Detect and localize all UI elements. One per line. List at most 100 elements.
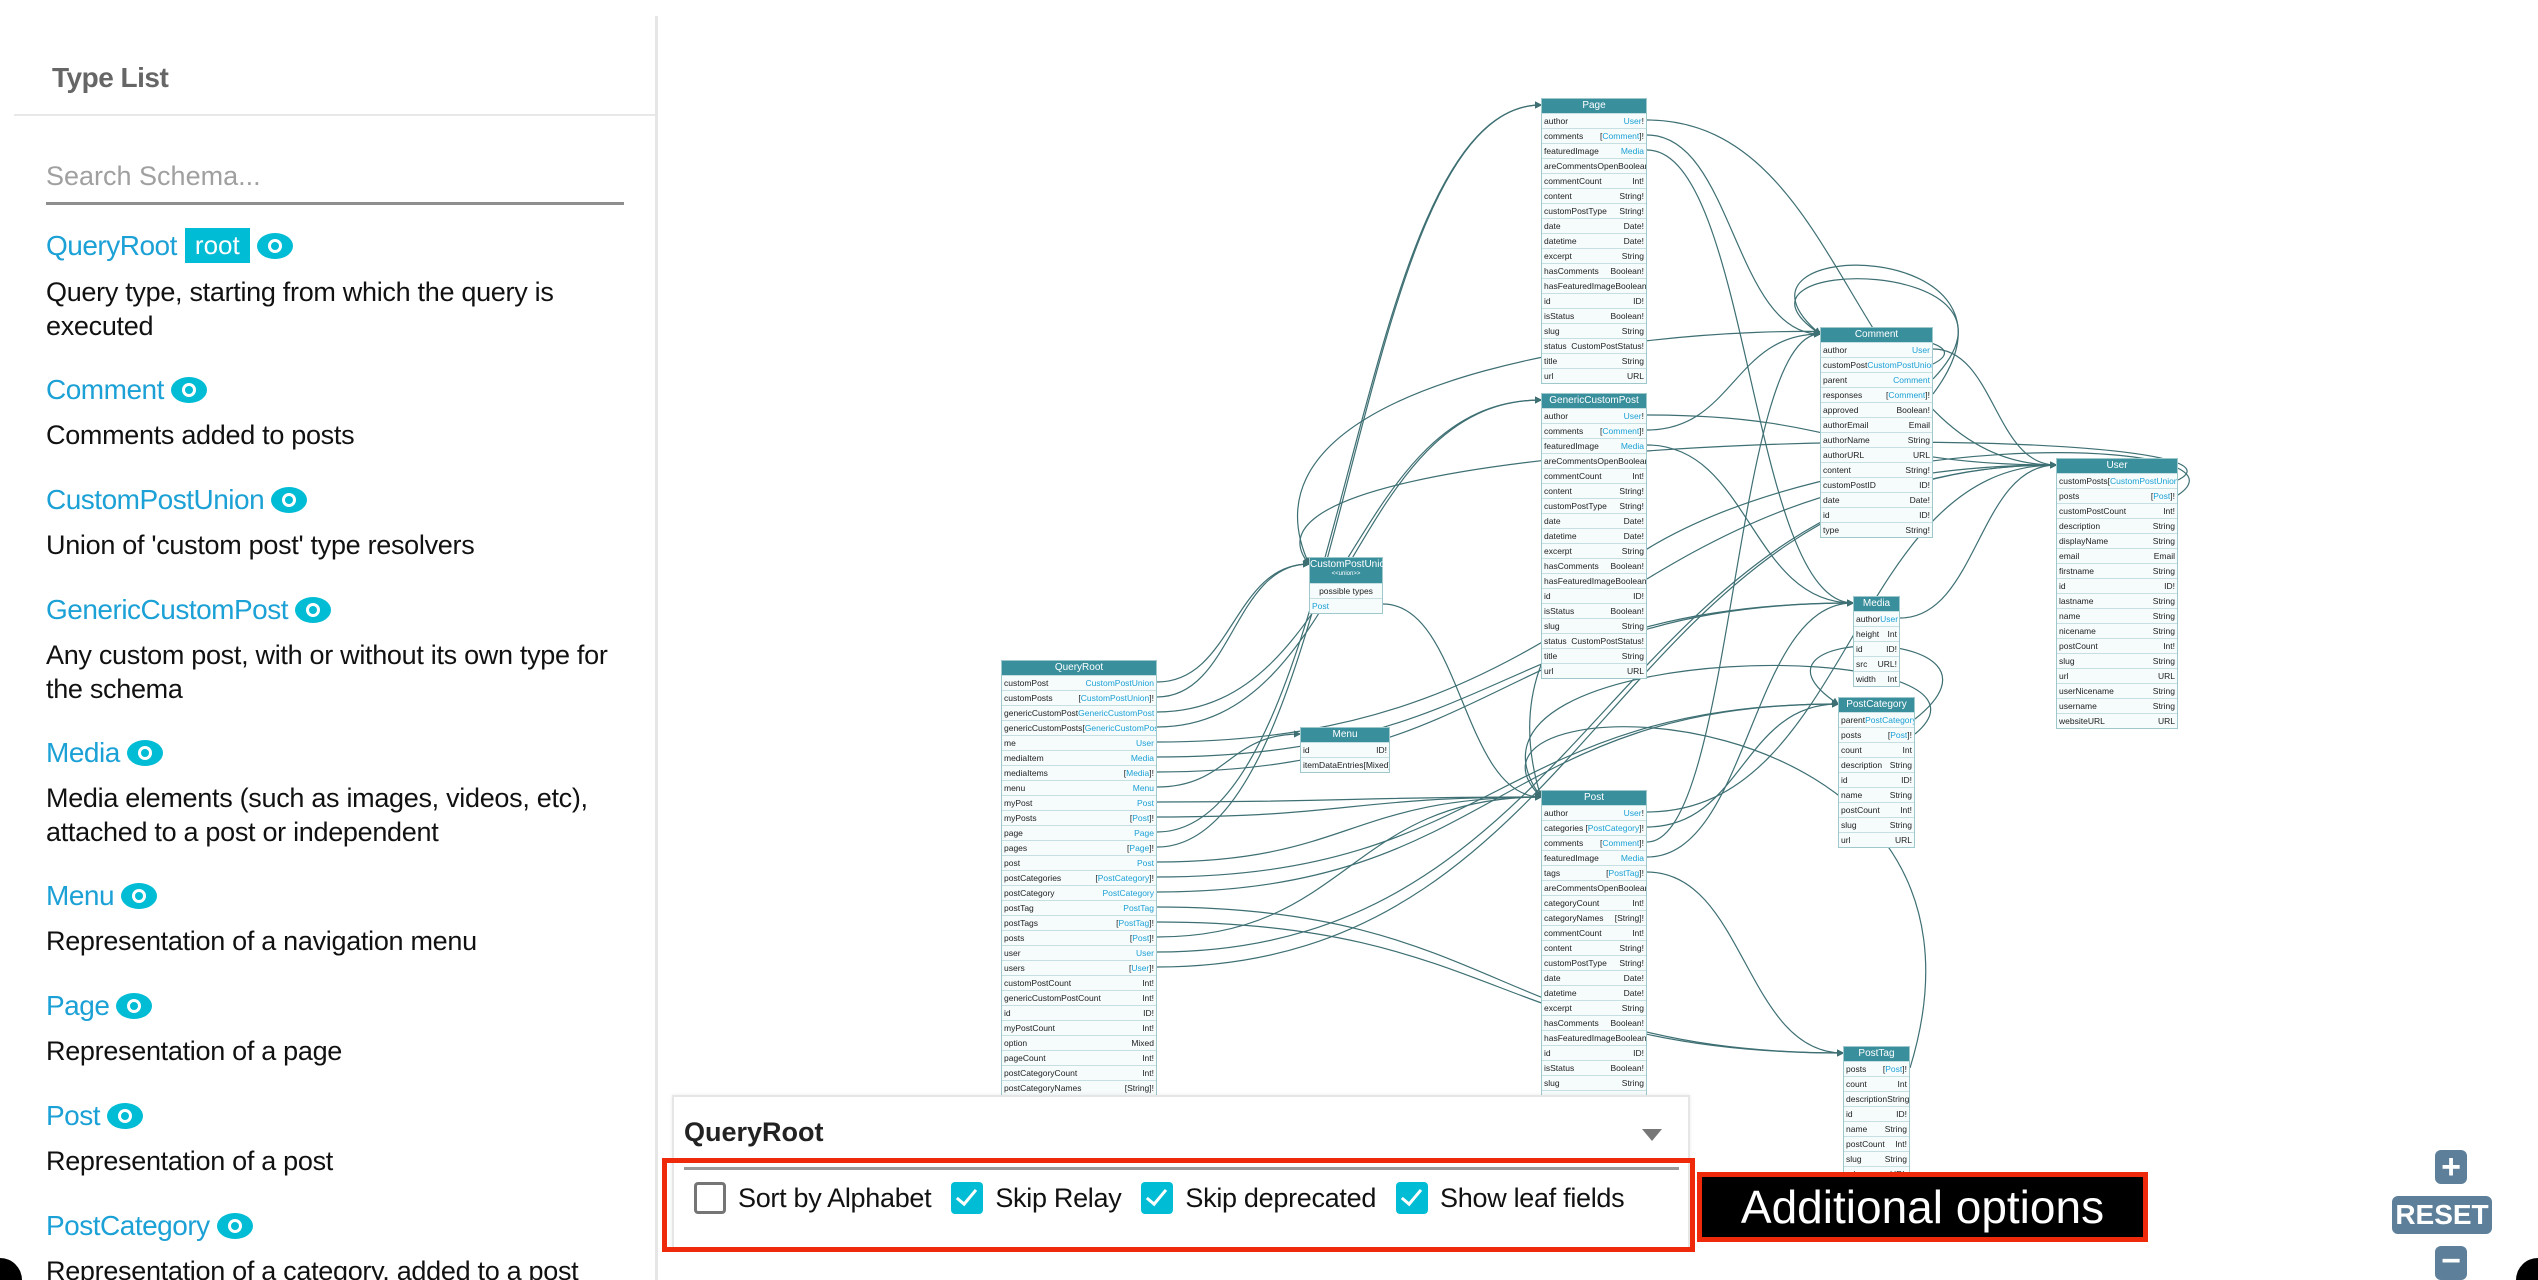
- node-field[interactable]: firstname String: [2057, 563, 2177, 578]
- zoom-out-button[interactable]: −: [2435, 1244, 2467, 1280]
- node-field[interactable]: websiteURL URL: [2057, 713, 2177, 728]
- node-field[interactable]: author User: [1821, 342, 1932, 357]
- node-comment[interactable]: Comment author User customPost CustomPostUni…: [1820, 327, 1933, 538]
- node-field[interactable]: Post: [1310, 598, 1382, 613]
- node-field[interactable]: count Int: [1839, 742, 1914, 757]
- node-field[interactable]: id ID!: [1854, 641, 1899, 656]
- node-field[interactable]: author User!: [1542, 805, 1646, 820]
- node-field[interactable]: posts [Post]!: [1839, 727, 1914, 742]
- node-posttag[interactable]: PostTag posts [Post]! count Int description St…: [1843, 1046, 1910, 1182]
- node-field[interactable]: comments [Comment]!: [1542, 423, 1646, 438]
- node-field[interactable]: displayName String: [2057, 533, 2177, 548]
- option-show-leaf-fields[interactable]: Show leaf fields: [1396, 1182, 1625, 1214]
- node-field[interactable]: genericCustomPosts[GenericCustomPost]!: [1002, 720, 1156, 735]
- node-field[interactable]: id ID!: [1002, 1005, 1156, 1020]
- node-field[interactable]: responses [Comment]!: [1821, 387, 1932, 402]
- node-field[interactable]: customPostCount Int!: [2057, 503, 2177, 518]
- node-field[interactable]: categoryNames [String]!: [1542, 910, 1646, 925]
- node-field[interactable]: tags [PostTag]!: [1542, 865, 1646, 880]
- node-field[interactable]: author User: [1854, 611, 1899, 626]
- node-field[interactable]: date Date!: [1821, 492, 1932, 507]
- node-field[interactable]: id ID!: [1839, 772, 1914, 787]
- node-field[interactable]: genericCustomPostCount Int!: [1002, 990, 1156, 1005]
- node-field[interactable]: comments [Comment]!: [1542, 128, 1646, 143]
- type-name-link[interactable]: QueryRoot: [46, 230, 177, 262]
- node-field[interactable]: me User: [1002, 735, 1156, 750]
- node-field[interactable]: approved Boolean!: [1821, 402, 1932, 417]
- node-field[interactable]: postCategory PostCategory: [1002, 885, 1156, 900]
- node-field[interactable]: datetime Date!: [1542, 528, 1646, 543]
- node-field[interactable]: postCategories [PostCategory]!: [1002, 870, 1156, 885]
- node-field[interactable]: hasComments Boolean!: [1542, 1015, 1646, 1030]
- node-field[interactable]: customPostID ID!: [1821, 477, 1932, 492]
- node-field[interactable]: isStatus Boolean!: [1542, 603, 1646, 618]
- node-field[interactable]: myPostCount Int!: [1002, 1020, 1156, 1035]
- node-field[interactable]: statusCustomPostStatus!: [1542, 633, 1646, 648]
- node-field[interactable]: categories [PostCategory]!: [1542, 820, 1646, 835]
- schema-graph-canvas[interactable]: QueryRoot customPost CustomPostUnion custom…: [658, 0, 2538, 1280]
- type-name-link[interactable]: Post: [46, 1100, 101, 1132]
- node-field[interactable]: email Email: [2057, 548, 2177, 563]
- node-field[interactable]: title String: [1542, 353, 1646, 368]
- type-name-link[interactable]: Menu: [46, 880, 115, 912]
- eye-icon[interactable]: [294, 596, 332, 624]
- node-field[interactable]: featuredImage Media: [1542, 850, 1646, 865]
- node-field[interactable]: myPost Post: [1002, 795, 1156, 810]
- node-field[interactable]: lastname String: [2057, 593, 2177, 608]
- node-field[interactable]: isStatus Boolean!: [1542, 308, 1646, 323]
- eye-icon[interactable]: [256, 232, 294, 260]
- eye-icon[interactable]: [115, 992, 153, 1020]
- node-field[interactable]: hasFeaturedImage Boolean!: [1542, 278, 1646, 293]
- node-field[interactable]: customPosts[CustomPostUnion]!: [1002, 690, 1156, 705]
- node-field[interactable]: areCommentsOpenBoolean!: [1542, 158, 1646, 173]
- node-field[interactable]: authorURL URL: [1821, 447, 1932, 462]
- node-field[interactable]: slug String: [1542, 1075, 1646, 1090]
- node-field[interactable]: post Post: [1002, 855, 1156, 870]
- type-name-link[interactable]: Media: [46, 737, 120, 769]
- checkbox[interactable]: [951, 1182, 984, 1214]
- node-field[interactable]: hasComments Boolean!: [1542, 558, 1646, 573]
- node-field[interactable]: postTag PostTag: [1002, 900, 1156, 915]
- node-field[interactable]: content String!: [1542, 188, 1646, 203]
- node-field[interactable]: id ID!: [2057, 578, 2177, 593]
- node-genericcustompost[interactable]: GenericCustomPost author User! comments [Com…: [1541, 393, 1647, 679]
- type-name-link[interactable]: Comment: [46, 374, 164, 406]
- node-field[interactable]: description String: [1844, 1091, 1909, 1106]
- eye-icon[interactable]: [170, 376, 208, 404]
- checkbox[interactable]: [1141, 1182, 1174, 1214]
- option-skip-deprecated[interactable]: Skip deprecated: [1141, 1182, 1376, 1214]
- node-field[interactable]: username String: [2057, 698, 2177, 713]
- node-field[interactable]: author User!: [1542, 408, 1646, 423]
- node-field[interactable]: authorName String: [1821, 432, 1932, 447]
- eye-icon[interactable]: [120, 882, 158, 910]
- node-field[interactable]: parent Comment: [1821, 372, 1932, 387]
- node-field[interactable]: height Int: [1854, 626, 1899, 641]
- node-field[interactable]: customPosts[CustomPostUnion]!: [2057, 473, 2177, 488]
- node-field[interactable]: hasComments Boolean!: [1542, 263, 1646, 278]
- node-field[interactable]: posts [Post]!: [1002, 930, 1156, 945]
- node-media[interactable]: Media author User height Int id ID! src URL! widt…: [1853, 596, 1900, 687]
- node-field[interactable]: itemDataEntries[Mixed]!: [1301, 757, 1389, 772]
- option-sort-by-alphabet[interactable]: Sort by Alphabet: [694, 1182, 932, 1214]
- node-field[interactable]: postTags [PostTag]!: [1002, 915, 1156, 930]
- node-field[interactable]: commentCount Int!: [1542, 925, 1646, 940]
- node-field[interactable]: customPostCount Int!: [1002, 975, 1156, 990]
- node-field[interactable]: date Date!: [1542, 513, 1646, 528]
- search-schema-input[interactable]: [46, 150, 624, 205]
- node-field[interactable]: posts [Post]!: [1844, 1061, 1909, 1076]
- eye-icon[interactable]: [270, 486, 308, 514]
- node-field[interactable]: hasFeaturedImage Boolean!: [1542, 573, 1646, 588]
- node-field[interactable]: content String!: [1542, 483, 1646, 498]
- node-field[interactable]: featuredImage Media: [1542, 143, 1646, 158]
- node-field[interactable]: postCategoryCount Int!: [1002, 1065, 1156, 1080]
- node-field[interactable]: categoryCount Int!: [1542, 895, 1646, 910]
- node-field[interactable]: type String!: [1821, 522, 1932, 537]
- node-field[interactable]: userNicename String: [2057, 683, 2177, 698]
- node-field[interactable]: genericCustomPost GenericCustomPost: [1002, 705, 1156, 720]
- node-field[interactable]: urlURL: [1839, 832, 1914, 847]
- node-field[interactable]: postCount Int!: [2057, 638, 2177, 653]
- node-user[interactable]: UsercustomPosts[CustomPostUnion]!posts[P…: [2056, 458, 2178, 729]
- node-field[interactable]: nicename String: [2057, 623, 2177, 638]
- node-field[interactable]: statusCustomPostStatus!: [1542, 338, 1646, 353]
- node-field[interactable]: title String: [1542, 648, 1646, 663]
